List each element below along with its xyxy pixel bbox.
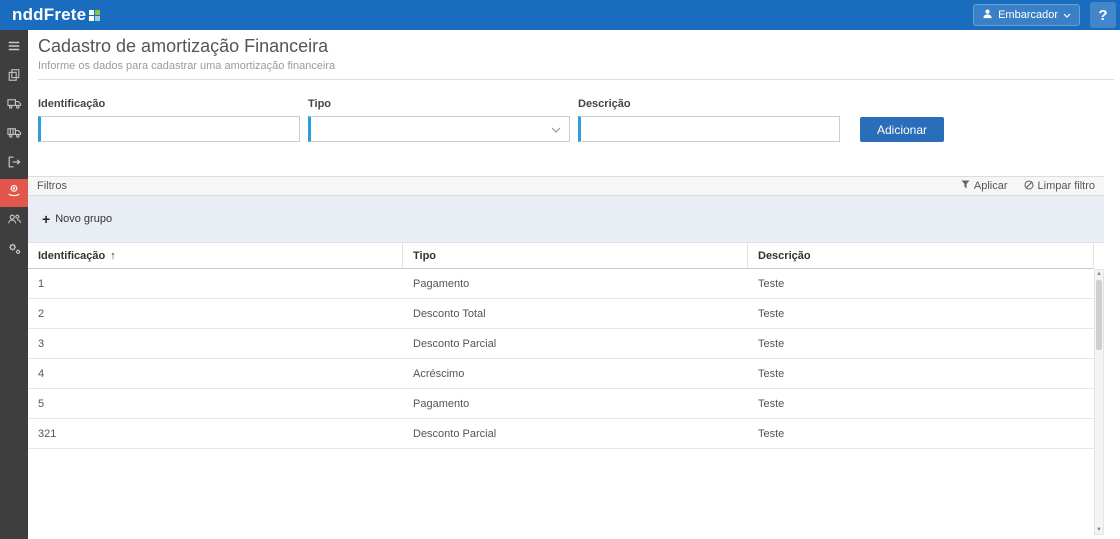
- table-row[interactable]: 3 Desconto Parcial Teste: [28, 329, 1094, 359]
- column-header-descricao[interactable]: Descrição: [748, 243, 1094, 268]
- table-row[interactable]: 2 Desconto Total Teste: [28, 299, 1094, 329]
- user-menu-label: Embarcador: [998, 9, 1058, 21]
- cell-tipo: Desconto Total: [403, 299, 748, 328]
- cell-identificacao: 5: [28, 389, 403, 418]
- vertical-scrollbar[interactable]: ▲ ▼: [1094, 269, 1104, 535]
- table-row[interactable]: 321 Desconto Parcial Teste: [28, 419, 1094, 449]
- sidebar-item-export[interactable]: [0, 150, 28, 178]
- results-table: Identificação ↑ Tipo Descrição 1 Pagamen…: [28, 243, 1104, 449]
- select-chevron-icon: [551, 122, 561, 136]
- cell-identificacao: 2: [28, 299, 403, 328]
- cell-descricao: Teste: [748, 389, 1094, 418]
- cell-identificacao: 4: [28, 359, 403, 388]
- cell-tipo: Pagamento: [403, 269, 748, 298]
- cell-identificacao: 1: [28, 269, 403, 298]
- column-header-label: Tipo: [413, 250, 436, 262]
- tipo-label: Tipo: [308, 98, 570, 110]
- add-button[interactable]: Adicionar: [860, 117, 944, 142]
- brand-logo: nddFrete: [0, 4, 100, 27]
- scroll-down-icon[interactable]: ▼: [1096, 527, 1102, 533]
- clear-filter-label: Limpar filtro: [1038, 180, 1095, 192]
- filters-title: Filtros: [37, 180, 67, 192]
- sidebar-item-financial[interactable]: [0, 179, 28, 207]
- cell-identificacao: 321: [28, 419, 403, 448]
- filters-actions: Aplicar Limpar filtro: [961, 180, 1095, 193]
- user-icon: [982, 8, 993, 22]
- cell-tipo: Desconto Parcial: [403, 329, 748, 358]
- table-row[interactable]: 5 Pagamento Teste: [28, 389, 1094, 419]
- scroll-up-icon[interactable]: ▲: [1096, 271, 1102, 277]
- scrollbar-thumb[interactable]: [1096, 280, 1102, 350]
- sidebar-item-documents[interactable]: [0, 63, 28, 91]
- cell-descricao: Teste: [748, 269, 1094, 298]
- clear-filter-button[interactable]: Limpar filtro: [1024, 180, 1095, 193]
- plus-icon: +: [42, 214, 50, 225]
- brand-text: nddFrete: [12, 4, 86, 26]
- help-button[interactable]: ?: [1090, 2, 1116, 28]
- sort-asc-icon: ↑: [110, 250, 116, 262]
- brand-flag-icon: [89, 5, 100, 27]
- table-row[interactable]: 1 Pagamento Teste: [28, 269, 1094, 299]
- topbar-actions: Embarcador ?: [973, 0, 1120, 30]
- page-subtitle: Informe os dados para cadastrar uma amor…: [38, 60, 1094, 72]
- cell-descricao: Teste: [748, 329, 1094, 358]
- users-icon: [7, 212, 22, 232]
- column-header-label: Identificação: [38, 250, 105, 262]
- cell-tipo: Acréscimo: [403, 359, 748, 388]
- identificacao-label: Identificação: [38, 98, 300, 110]
- identificacao-input[interactable]: [38, 116, 300, 142]
- sidebar-item-settings[interactable]: [0, 237, 28, 265]
- table-row[interactable]: 4 Acréscimo Teste: [28, 359, 1094, 389]
- tipo-select[interactable]: [308, 116, 570, 142]
- hamburger-menu-icon: [7, 39, 21, 58]
- slash-circle-icon: [1024, 180, 1034, 193]
- table-header-row: Identificação ↑ Tipo Descrição: [28, 243, 1094, 269]
- amortization-form: Identificação Tipo Descrição Adicionar: [28, 98, 1104, 142]
- main-content: Cadastro de amortização Financeira Infor…: [28, 30, 1120, 539]
- column-header-tipo[interactable]: Tipo: [403, 243, 748, 268]
- sign-out-icon: [7, 155, 21, 174]
- top-header: nddFrete Embarcador ?: [0, 0, 1120, 30]
- gears-icon: [7, 241, 22, 261]
- chevron-down-icon: [1063, 9, 1071, 21]
- apply-filter-label: Aplicar: [974, 180, 1008, 192]
- sidebar-item-cargo[interactable]: [0, 121, 28, 149]
- truck-cargo-icon: [7, 125, 22, 145]
- page-header: Cadastro de amortização Financeira Infor…: [28, 30, 1104, 80]
- sidebar-item-trips[interactable]: [0, 92, 28, 120]
- column-header-identificacao[interactable]: Identificação ↑: [28, 243, 403, 268]
- header-divider: [38, 79, 1114, 80]
- sidebar-item-users[interactable]: [0, 208, 28, 236]
- finance-icon: [7, 184, 21, 203]
- descricao-label: Descrição: [578, 98, 840, 110]
- copy-icon: [7, 68, 21, 87]
- cell-identificacao: 3: [28, 329, 403, 358]
- page-title: Cadastro de amortização Financeira: [38, 36, 1094, 57]
- field-descricao: Descrição: [578, 98, 840, 142]
- filter-group-band: + Novo grupo: [28, 196, 1104, 243]
- column-header-label: Descrição: [758, 250, 811, 262]
- filters-bar: Filtros Aplicar Limpar filtro: [28, 176, 1104, 196]
- sidebar: [0, 30, 28, 539]
- cell-descricao: Teste: [748, 299, 1094, 328]
- truck-icon: [7, 96, 22, 116]
- cell-descricao: Teste: [748, 359, 1094, 388]
- apply-filter-button[interactable]: Aplicar: [961, 180, 1008, 193]
- new-group-button[interactable]: + Novo grupo: [42, 213, 112, 225]
- cell-descricao: Teste: [748, 419, 1094, 448]
- cell-tipo: Desconto Parcial: [403, 419, 748, 448]
- funnel-icon: [961, 180, 970, 192]
- field-tipo: Tipo: [308, 98, 570, 142]
- cell-tipo: Pagamento: [403, 389, 748, 418]
- sidebar-item-menu[interactable]: [0, 34, 28, 62]
- new-group-label: Novo grupo: [55, 213, 112, 225]
- descricao-input[interactable]: [578, 116, 840, 142]
- user-menu-button[interactable]: Embarcador: [973, 4, 1080, 26]
- field-identificacao: Identificação: [38, 98, 300, 142]
